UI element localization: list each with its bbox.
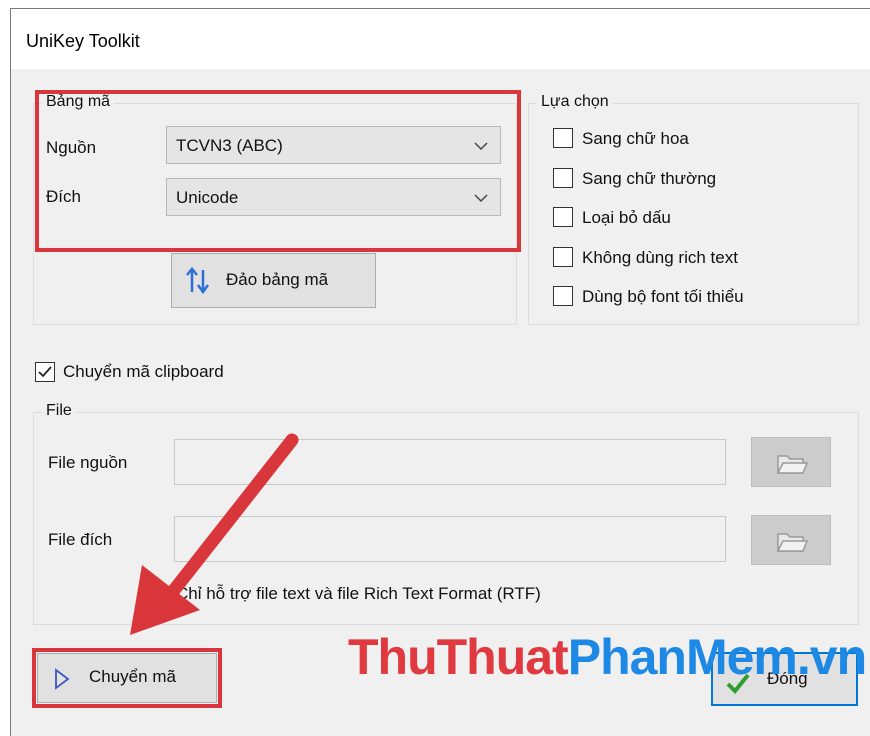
swap-encoding-label: Đảo bảng mã — [226, 270, 329, 289]
checkmark-icon — [38, 366, 52, 378]
watermark-part1: ThuThuat — [348, 629, 569, 685]
option-uppercase-label: Sang chữ hoa — [582, 129, 689, 148]
option-uppercase-checkbox[interactable] — [553, 128, 573, 148]
browse-target-button[interactable] — [751, 515, 831, 565]
swap-encoding-button[interactable]: Đảo bảng mã — [171, 253, 376, 308]
clipboard-checkbox[interactable] — [35, 362, 55, 382]
browse-source-button[interactable] — [751, 437, 831, 487]
clipboard-label: Chuyển mã clipboard — [63, 362, 224, 381]
file-source-label: File nguồn — [48, 453, 128, 472]
folder-open-icon — [776, 533, 809, 552]
option-no-rich-text-checkbox[interactable] — [553, 247, 573, 267]
option-no-rich-text-label: Không dùng rich text — [582, 248, 738, 267]
option-remove-accents-label: Loại bỏ dấu — [582, 208, 671, 227]
window-title: UniKey Toolkit — [26, 31, 140, 51]
highlight-encoding-table — [35, 90, 521, 252]
option-remove-accents-checkbox[interactable] — [553, 207, 573, 227]
watermark: ThuThuatPhanMem.vn — [348, 628, 867, 686]
annotation-arrow — [130, 433, 299, 635]
option-minimal-font-label: Dùng bộ font tối thiểu — [582, 287, 744, 306]
highlight-convert-button — [32, 648, 222, 708]
options-legend: Lựa chọn — [537, 93, 613, 111]
file-target-label: File đích — [48, 530, 113, 549]
option-lowercase-checkbox[interactable] — [553, 168, 573, 188]
folder-open-icon — [776, 455, 809, 474]
watermark-part2: PhanMem.vn — [567, 629, 867, 685]
swap-arrows-icon — [186, 267, 210, 295]
file-legend: File — [42, 402, 76, 420]
option-minimal-font-checkbox[interactable] — [553, 286, 573, 306]
option-lowercase-label: Sang chữ thường — [582, 169, 717, 188]
title-bar: UniKey Toolkit — [11, 9, 870, 69]
